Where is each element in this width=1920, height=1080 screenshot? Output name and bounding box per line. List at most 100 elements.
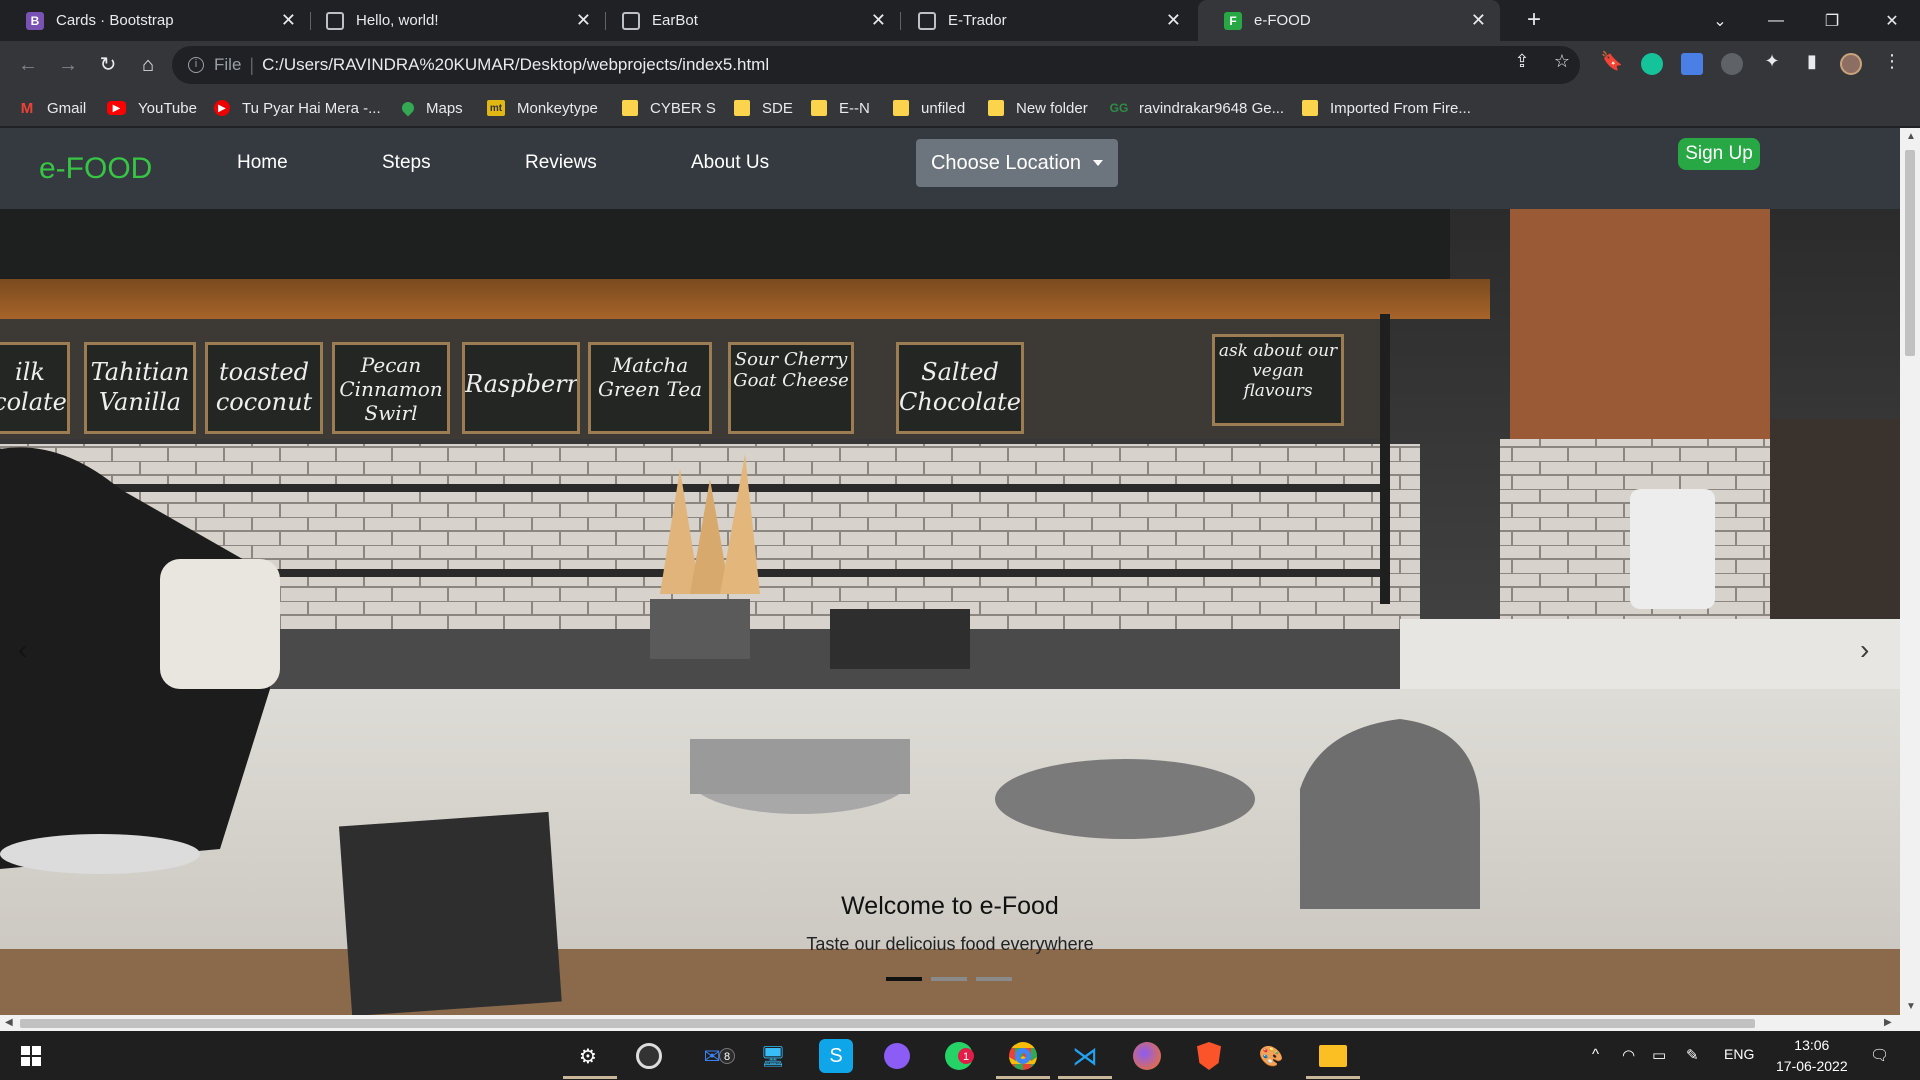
tab-cards-bootstrap[interactable]: B Cards · Bootstrap ✕ [0,0,310,41]
close-icon[interactable]: ✕ [281,11,296,29]
nav-about-us[interactable]: About Us [691,152,769,174]
tab-hello-world[interactable]: Hello, world! ✕ [300,0,605,41]
bookmark-folder-e-n[interactable]: E--N [811,97,870,119]
nav-home[interactable]: Home [237,152,288,174]
side-panel-icon[interactable]: ▮ [1800,51,1824,72]
chalkboard-tahitian-vanilla: Tahitian Vanilla [84,342,196,434]
bookmark-folder-new-folder[interactable]: New folder [988,97,1088,119]
pen-icon[interactable]: ✎ [1686,1046,1699,1064]
chrome-active-indicator [996,1076,1050,1079]
carousel-prev-icon[interactable]: ‹ [18,634,27,666]
settings-gear-icon[interactable]: ⚙ [571,1039,605,1073]
bookmark-label: New folder [1016,99,1088,117]
bookmark-folder-imported[interactable]: Imported From Fire... [1302,97,1471,119]
scroll-right-icon[interactable]: ▶ [1884,1017,1892,1028]
bookmark-label: Maps [426,99,463,117]
tab-search-chevron-icon[interactable]: ⌄ [1692,0,1748,41]
carousel-next-icon[interactable]: › [1860,634,1869,666]
grammarly-icon[interactable] [1641,53,1663,75]
url-divider: | [249,54,255,75]
minimize-icon[interactable]: — [1748,0,1804,41]
address-bar[interactable]: i File | C:/Users/RAVINDRA%20KUMAR/Deskt… [172,46,1580,84]
system-clock[interactable]: 13:06 17-06-2022 [1776,1035,1848,1077]
bookmark-folder-cyber-s[interactable]: CYBER S [622,97,716,119]
bookmark-geeksforgeeks[interactable]: GG ravindrakar9648 Ge... [1110,97,1284,119]
choose-location-dropdown[interactable]: Choose Location [916,139,1118,187]
url-text[interactable]: C:/Users/RAVINDRA%20KUMAR/Desktop/webpro… [262,55,769,75]
brave-icon[interactable] [1192,1039,1226,1073]
carousel-indicator-3[interactable] [976,977,1012,981]
vertical-scrollbar[interactable]: ▲ ▼ [1900,128,1920,1015]
more-menu-icon[interactable]: ⋮ [1880,51,1904,72]
remote-desktop-icon[interactable]: 🖥 [756,1039,790,1073]
vscode-active-indicator [1058,1076,1112,1079]
profile-avatar[interactable] [1840,53,1862,75]
restore-icon[interactable]: ❐ [1804,0,1860,41]
new-tab-button[interactable]: + [1520,6,1548,34]
carousel-indicator-1[interactable] [886,977,922,981]
vertical-scroll-thumb[interactable] [1905,150,1915,356]
close-icon[interactable]: ✕ [871,11,886,29]
tab-e-trador[interactable]: E-Trador ✕ [892,0,1195,41]
forward-icon[interactable]: → [54,51,82,79]
paint-icon[interactable]: 🎨 [1254,1039,1288,1073]
bookmark-label: Tu Pyar Hai Mera -... [242,99,381,117]
globe-icon [326,11,344,30]
bookmark-maps[interactable]: Maps [399,97,463,119]
close-icon[interactable]: ✕ [576,11,591,29]
folder-icon [811,100,827,116]
vscode-icon[interactable]: ⋊ [1068,1039,1102,1073]
nav-steps[interactable]: Steps [382,152,431,174]
google-translate-icon[interactable] [1681,53,1703,75]
scroll-up-icon[interactable]: ▲ [1906,131,1916,142]
carousel-indicator-2[interactable] [931,977,967,981]
horizontal-scrollbar[interactable]: ◀ ▶ [0,1015,1920,1031]
window-close-icon[interactable]: ✕ [1864,0,1920,41]
close-icon[interactable]: ✕ [1166,11,1181,29]
sign-up-button[interactable]: Sign Up [1678,138,1760,170]
home-icon[interactable]: ⌂ [134,51,162,79]
obs-icon[interactable] [632,1039,666,1073]
clock-date: 17-06-2022 [1776,1058,1848,1074]
github-desktop-icon[interactable] [880,1039,914,1073]
tab-e-food[interactable]: F e-FOOD ✕ [1198,0,1500,41]
maps-icon [399,99,417,117]
bookmark-folder-sde[interactable]: SDE [734,97,793,119]
info-icon[interactable]: i [188,57,204,73]
nav-reviews[interactable]: Reviews [525,152,597,174]
scroll-left-icon[interactable]: ◀ [5,1017,13,1028]
bookmark-monkeytype[interactable]: mt Monkeytype [487,97,598,119]
bookmark-star-icon[interactable]: ☆ [1550,51,1574,72]
extensions-puzzle-icon[interactable]: ✦ [1760,51,1784,72]
sway-icon[interactable]: S [819,1039,853,1073]
file-explorer-icon[interactable] [1316,1039,1350,1073]
chrome-icon[interactable] [1006,1039,1040,1073]
reload-icon[interactable]: ↻ [94,51,122,79]
chalkboard-toasted-coconut: toasted coconut [205,342,323,434]
share-icon[interactable]: ⇪ [1510,51,1534,72]
reading-list-icon[interactable]: 🔖 [1600,51,1624,72]
chalkboard-matcha-green-tea: Matcha Green Tea [588,342,712,434]
chalkboard-sour-cherry-goat-cheese: Sour Cherry Goat Cheese [728,342,854,434]
gmail-icon: M [20,99,34,117]
notifications-icon[interactable]: 🗨 [1870,1046,1889,1064]
close-icon[interactable]: ✕ [1471,11,1486,29]
bookmark-folder-unfiled[interactable]: unfiled [893,97,965,119]
horizontal-scroll-thumb[interactable] [20,1019,1755,1028]
extension-mouse-icon[interactable] [1721,53,1743,75]
windows-start-icon[interactable] [14,1039,48,1073]
bookmark-tu-pyar-hai-mera[interactable]: ▶ Tu Pyar Hai Mera -... [214,97,381,119]
bookmark-gmail[interactable]: M Gmail [19,97,86,119]
scroll-down-icon[interactable]: ▼ [1906,1001,1916,1012]
whatsapp-badge: 1 [958,1048,974,1064]
firefox-icon[interactable] [1130,1039,1164,1073]
clock-time: 13:06 [1794,1037,1830,1053]
tab-earbot[interactable]: EarBot ✕ [596,0,900,41]
wifi-icon[interactable]: ◠ [1622,1046,1635,1064]
brand-logo[interactable]: e-FOOD [39,152,152,186]
battery-icon[interactable]: ▭ [1652,1046,1666,1064]
back-icon[interactable]: ← [14,51,42,79]
tray-chevron-up-icon[interactable]: ^ [1592,1046,1599,1063]
language-indicator[interactable]: ENG [1724,1046,1754,1062]
bookmark-youtube[interactable]: ▶ YouTube [107,97,197,119]
